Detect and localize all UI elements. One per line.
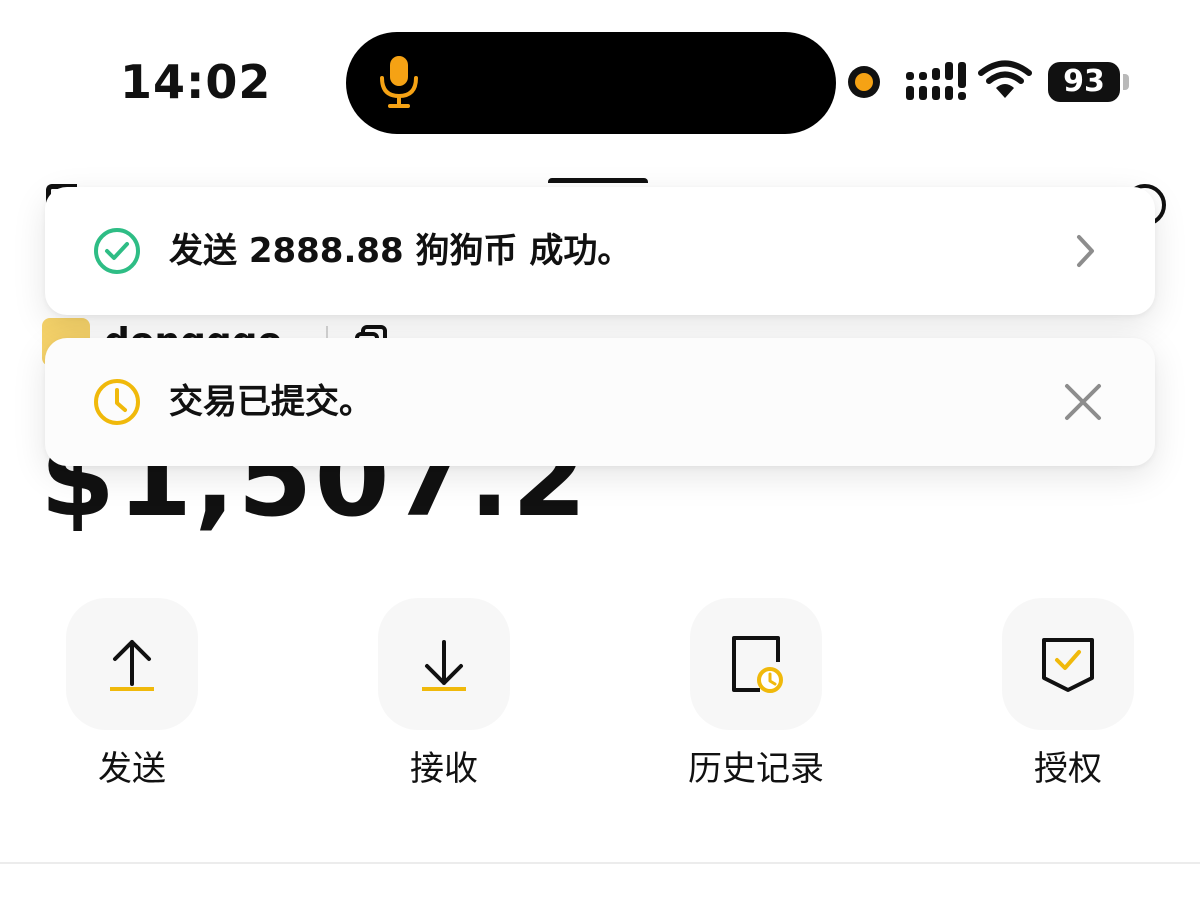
check-circle-icon bbox=[94, 228, 140, 274]
microphone-icon bbox=[380, 56, 418, 108]
history-label: 历史记录 bbox=[688, 749, 824, 789]
receive-label: 接收 bbox=[410, 749, 478, 789]
section-divider bbox=[0, 862, 1200, 864]
cellular-signal-icon bbox=[906, 62, 966, 100]
authorize-label: 授权 bbox=[1034, 749, 1102, 789]
arrow-down-icon bbox=[422, 640, 466, 691]
battery-indicator: 93 bbox=[1048, 62, 1120, 102]
arrow-up-icon bbox=[110, 640, 154, 691]
history-icon bbox=[732, 636, 783, 693]
send-button[interactable]: 发送 bbox=[36, 598, 226, 798]
close-icon[interactable] bbox=[1063, 382, 1103, 422]
history-tile[interactable] bbox=[690, 598, 822, 730]
chevron-right-icon[interactable] bbox=[1071, 232, 1099, 270]
shield-check-icon bbox=[1042, 638, 1094, 692]
authorize-tile[interactable] bbox=[1002, 598, 1134, 730]
receive-button[interactable]: 接收 bbox=[348, 598, 538, 798]
toast-message: 发送 2888.88 狗狗币 成功。 bbox=[169, 231, 632, 271]
authorize-button[interactable]: 授权 bbox=[972, 598, 1162, 798]
send-label: 发送 bbox=[98, 749, 166, 789]
receive-tile[interactable] bbox=[378, 598, 510, 730]
history-button[interactable]: 历史记录 bbox=[660, 598, 850, 798]
success-toast[interactable]: 发送 2888.88 狗狗币 成功。 bbox=[45, 187, 1155, 315]
pending-toast[interactable]: 交易已提交。 bbox=[45, 338, 1155, 466]
battery-cap bbox=[1123, 74, 1129, 90]
toast-message: 交易已提交。 bbox=[169, 382, 373, 422]
wifi-icon bbox=[978, 60, 1032, 98]
status-time: 14:02 bbox=[120, 55, 272, 109]
privacy-indicator-dot bbox=[848, 66, 880, 98]
send-tile[interactable] bbox=[66, 598, 198, 730]
clock-icon bbox=[94, 379, 140, 425]
